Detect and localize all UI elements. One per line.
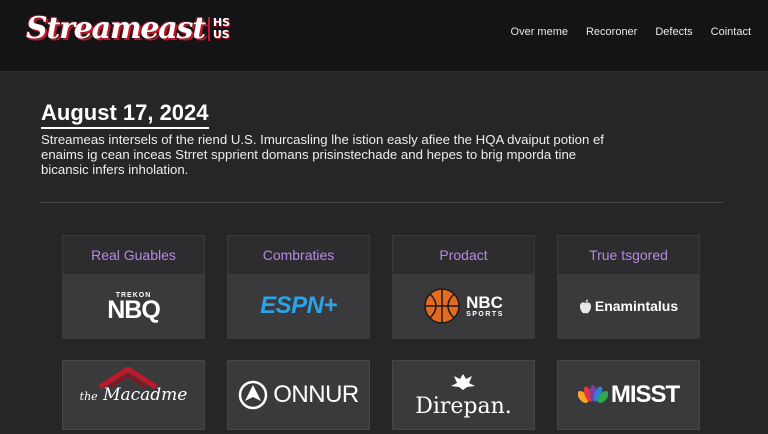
- page-title-date: August 17, 2024: [41, 100, 209, 129]
- misst-text: MISST: [610, 381, 680, 408]
- article-description: Streameas intersels of the riend U.S. Im…: [41, 132, 604, 177]
- nbq-logo: TREKON NBQ: [107, 292, 161, 324]
- card-title: Combraties: [262, 247, 335, 263]
- enamintalus-logo: Enamintalus: [579, 298, 678, 314]
- nav-link-over-meme[interactable]: Over meme: [511, 26, 568, 38]
- channel-card-true-tsgored[interactable]: True tsgored Enamintalus: [557, 235, 700, 339]
- nav-link-contact[interactable]: Cointact: [711, 26, 751, 38]
- onnur-circle-icon: [239, 380, 268, 410]
- card-title: Prodact: [439, 247, 488, 263]
- peacock-icon: [577, 385, 608, 403]
- card-title: Real Guables: [91, 247, 176, 263]
- channel-card-misst[interactable]: MISST: [557, 360, 700, 430]
- macadme-logo: the Macadme: [79, 367, 187, 405]
- sports-text: SPORTS: [466, 310, 504, 318]
- channel-card-real-guables[interactable]: Real Guables TREKON NBQ: [62, 235, 205, 339]
- card-logo-area: ESPN+: [228, 274, 369, 338]
- apple-icon: [579, 298, 591, 313]
- card-logo-area: TREKON NBQ: [63, 274, 204, 338]
- nbc-text: NBC: [466, 292, 503, 312]
- logo-badge-line2: US: [212, 27, 230, 41]
- direpan-logo: Direpan.: [415, 373, 512, 418]
- enamintalus-text: Enamintalus: [594, 298, 679, 314]
- basketball-icon: [424, 288, 460, 324]
- card-title: True tsgored: [589, 247, 668, 263]
- channel-card-onnur[interactable]: ONNUR: [227, 360, 370, 430]
- channel-card-combraties[interactable]: Combraties ESPN+: [227, 235, 370, 339]
- channel-card-prodact[interactable]: Prodact NBC SPORTS: [392, 235, 535, 339]
- nav-link-defects[interactable]: Defects: [655, 26, 692, 38]
- macadme-prefix: the: [79, 390, 98, 403]
- channel-card-macadme[interactable]: the Macadme: [62, 360, 205, 430]
- nbq-logo-text: NBQ: [107, 295, 161, 324]
- card-logo-area: NBC SPORTS: [393, 274, 534, 338]
- card-logo-area: Enamintalus: [558, 274, 699, 338]
- direpan-text: Direpan.: [415, 393, 512, 419]
- logo-text: Streameast: [26, 11, 206, 46]
- main-nav: Over meme Recoroner Defects Cointact: [511, 26, 751, 38]
- onnur-text: ONNUR: [273, 381, 359, 408]
- madame-logo: [98, 367, 158, 389]
- misst-logo: MISST: [577, 381, 680, 409]
- section-divider: [41, 202, 723, 203]
- logo-badge: HS US: [207, 16, 230, 41]
- espn-plus-logo: ESPN+: [260, 292, 337, 319]
- nav-link-recoroner[interactable]: Recoroner: [586, 26, 637, 38]
- site-logo[interactable]: Streameast HS US: [26, 11, 230, 46]
- nbc-sports-logo: NBC SPORTS: [423, 287, 504, 325]
- channel-card-direpan[interactable]: Direpan.: [392, 360, 535, 430]
- onnur-logo: ONNUR: [238, 380, 359, 410]
- site-header: Streameast HS US Over meme Recoroner Def…: [0, 0, 768, 72]
- crest-icon: [451, 373, 476, 390]
